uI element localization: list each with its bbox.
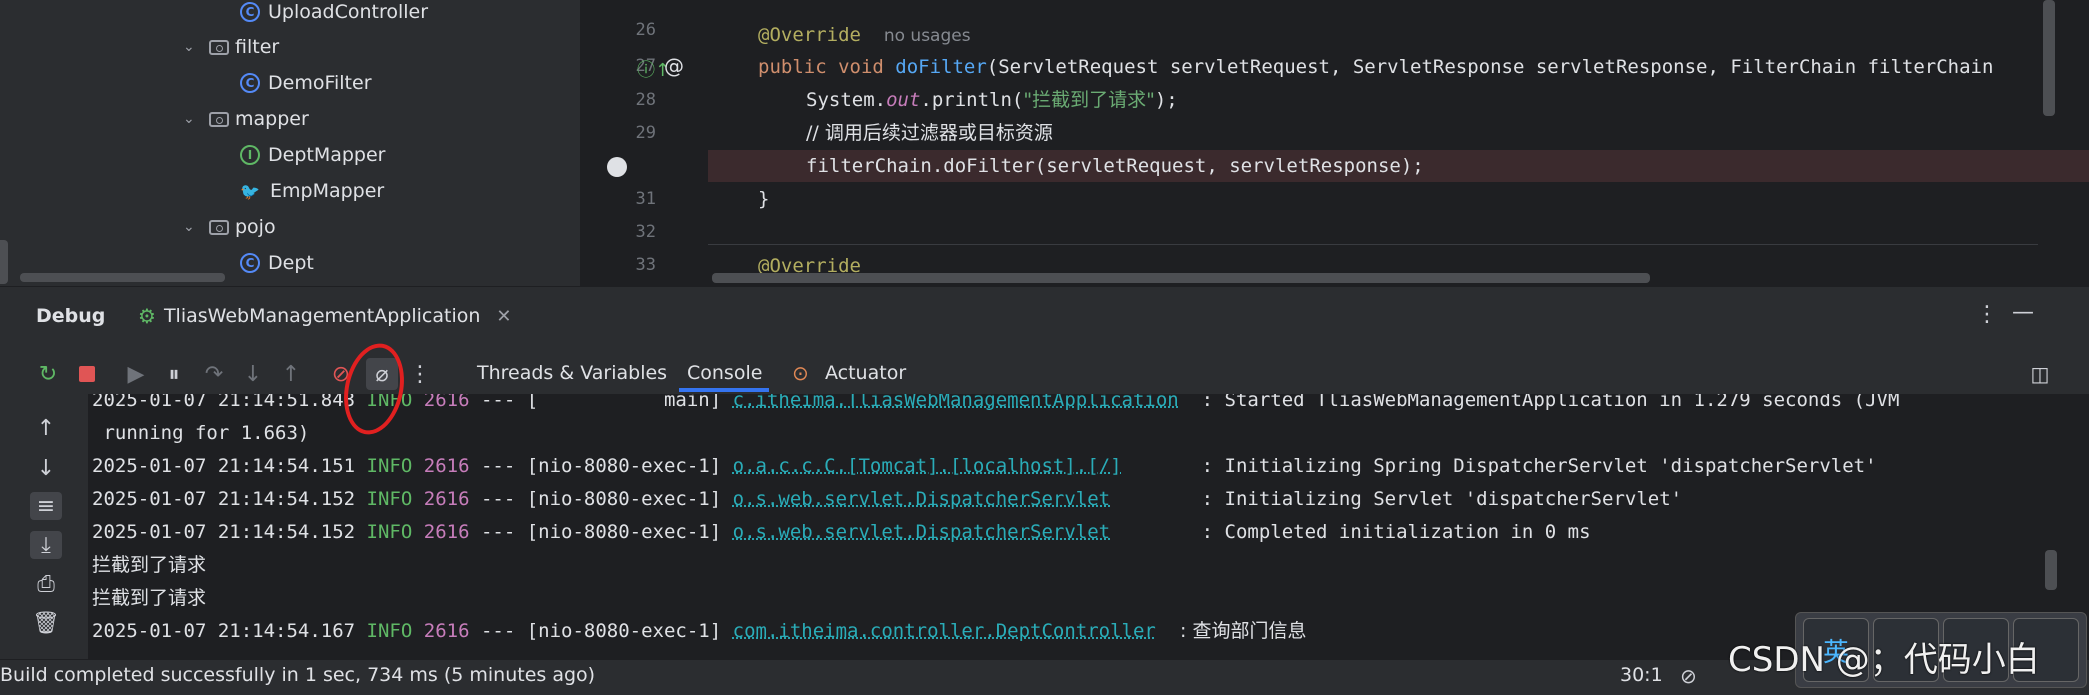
power-save-icon[interactable]: ⊘ [1680,664,1697,688]
code-line-26: @Override no usages [758,24,971,46]
class-icon: C [240,73,260,93]
package-folder-icon [209,39,229,55]
breakpoint-icon[interactable] [607,157,627,177]
line-number: 31 [635,189,656,209]
chevron-down-icon[interactable]: ⌄ [183,39,201,55]
log-line: 2025-01-07 21:14:54.151 INFO 2616 --- [n… [92,455,1877,477]
editor-horizontal-scrollbar[interactable] [712,273,1650,283]
tab-console[interactable]: Console [687,362,762,384]
log-line: running for 1.663) [92,422,310,444]
debug-title: Debug [36,305,106,327]
minimize-icon[interactable]: — [2012,300,2034,325]
actuator-icon: ⊙ [792,361,809,385]
up-arrow-icon[interactable]: ↑ [30,414,62,442]
package-folder-icon [209,111,229,127]
pause-icon[interactable]: ⏸ [158,358,190,390]
class-icon: C [240,2,260,22]
trash-icon[interactable]: 🗑 [30,609,62,637]
tab-actuator[interactable]: Actuator [825,362,906,384]
csdn-watermark: CSDN @；代码小白 [1728,640,2040,680]
build-status-text[interactable]: Build completed successfully in 1 sec, 7… [0,664,595,686]
tree-item-pojo[interactable]: ⌄ pojo [183,210,276,244]
package-folder-icon [209,219,229,235]
tree-item-mapper[interactable]: ⌄ mapper [183,102,309,136]
code-line-29: // 调用后续过滤器或目标资源 [806,122,1053,144]
log-line: 拦截到了请求 [92,554,207,576]
tree-item-demofilter[interactable]: C DemoFilter [240,66,372,100]
layout-settings-icon[interactable]: ◫ [2024,358,2056,390]
step-out-icon[interactable]: ↑ [275,358,307,390]
debug-toolbar [0,338,2089,395]
step-over-icon[interactable]: ↷ [198,358,230,390]
line-number: 33 [635,255,656,275]
more-actions-icon[interactable]: ⋮ [404,358,436,390]
line-number: 32 [635,222,656,242]
method-separator [708,244,2038,245]
chevron-down-icon[interactable]: ⌄ [183,219,201,235]
more-options-icon[interactable]: ⋮ [1976,302,1998,327]
log-line: 2025-01-07 21:14:54.152 INFO 2616 --- [n… [92,488,1683,510]
rerun-icon[interactable]: ↻ [32,358,64,390]
console-output[interactable]: 2025-01-07 21:14:51.843 INFO 2616 --- [ … [88,394,2088,659]
log-line: 2025-01-07 21:14:54.152 INFO 2616 --- [n… [92,521,1591,543]
tree-item-deptmapper[interactable]: I DeptMapper [240,138,386,172]
line-number: 26 [635,20,656,40]
tree-item-dept[interactable]: C Dept [240,246,314,280]
line-number: 28 [635,90,656,110]
code-editor[interactable]: 26 27 28 29 31 32 33 ⓘ↑ @ @Override no u… [580,0,2089,286]
mybatis-bird-icon: 🐦 [240,181,260,201]
scroll-to-end-icon[interactable]: ⤓ [30,531,62,559]
log-line: 2025-01-07 21:14:54.167 INFO 2616 --- [n… [92,620,1307,642]
code-line-27: public void doFilter(ServletRequest serv… [758,56,1994,78]
editor-vertical-scrollbar[interactable] [2043,0,2055,116]
tree-horizontal-scrollbar[interactable] [20,273,225,282]
log-line: 拦截到了请求 [92,587,207,609]
down-arrow-icon[interactable]: ↓ [30,454,62,482]
spring-boot-icon: ⚙ [138,304,156,328]
console-tab-indicator [679,388,769,392]
tab-threads-variables[interactable]: Threads & Variables [477,362,667,384]
interface-icon: I [240,145,260,165]
code-line-28: System.out.println("拦截到了请求"); [806,89,1178,111]
stop-icon[interactable] [71,358,103,390]
cursor-position[interactable]: 30:1 [1620,664,1663,686]
step-into-icon[interactable]: ↓ [237,358,269,390]
code-line-30: filterChain.doFilter(servletRequest, ser… [806,155,1424,177]
chevron-down-icon[interactable]: ⌄ [183,111,201,127]
line-number: 29 [635,123,656,143]
tree-item-uploadcontroller[interactable]: C UploadController [240,0,428,29]
tree-item-filter[interactable]: ⌄ filter [183,30,279,64]
soft-wrap-icon[interactable]: ≡ [30,492,62,520]
annotation-gutter-icon[interactable]: @ [664,54,684,78]
close-tab-icon[interactable]: ✕ [496,306,511,327]
resume-icon[interactable]: ▶ [120,358,152,390]
side-panel-handle[interactable] [0,240,8,284]
run-config-tab[interactable]: ⚙ TliasWebManagementApplication ✕ [138,296,511,336]
print-icon[interactable]: ⎙ [30,570,62,598]
class-icon: C [240,253,260,273]
code-line-31: } [758,188,770,210]
tree-item-empmapper[interactable]: 🐦 EmpMapper [240,174,384,208]
console-vertical-scrollbar[interactable] [2045,550,2057,590]
